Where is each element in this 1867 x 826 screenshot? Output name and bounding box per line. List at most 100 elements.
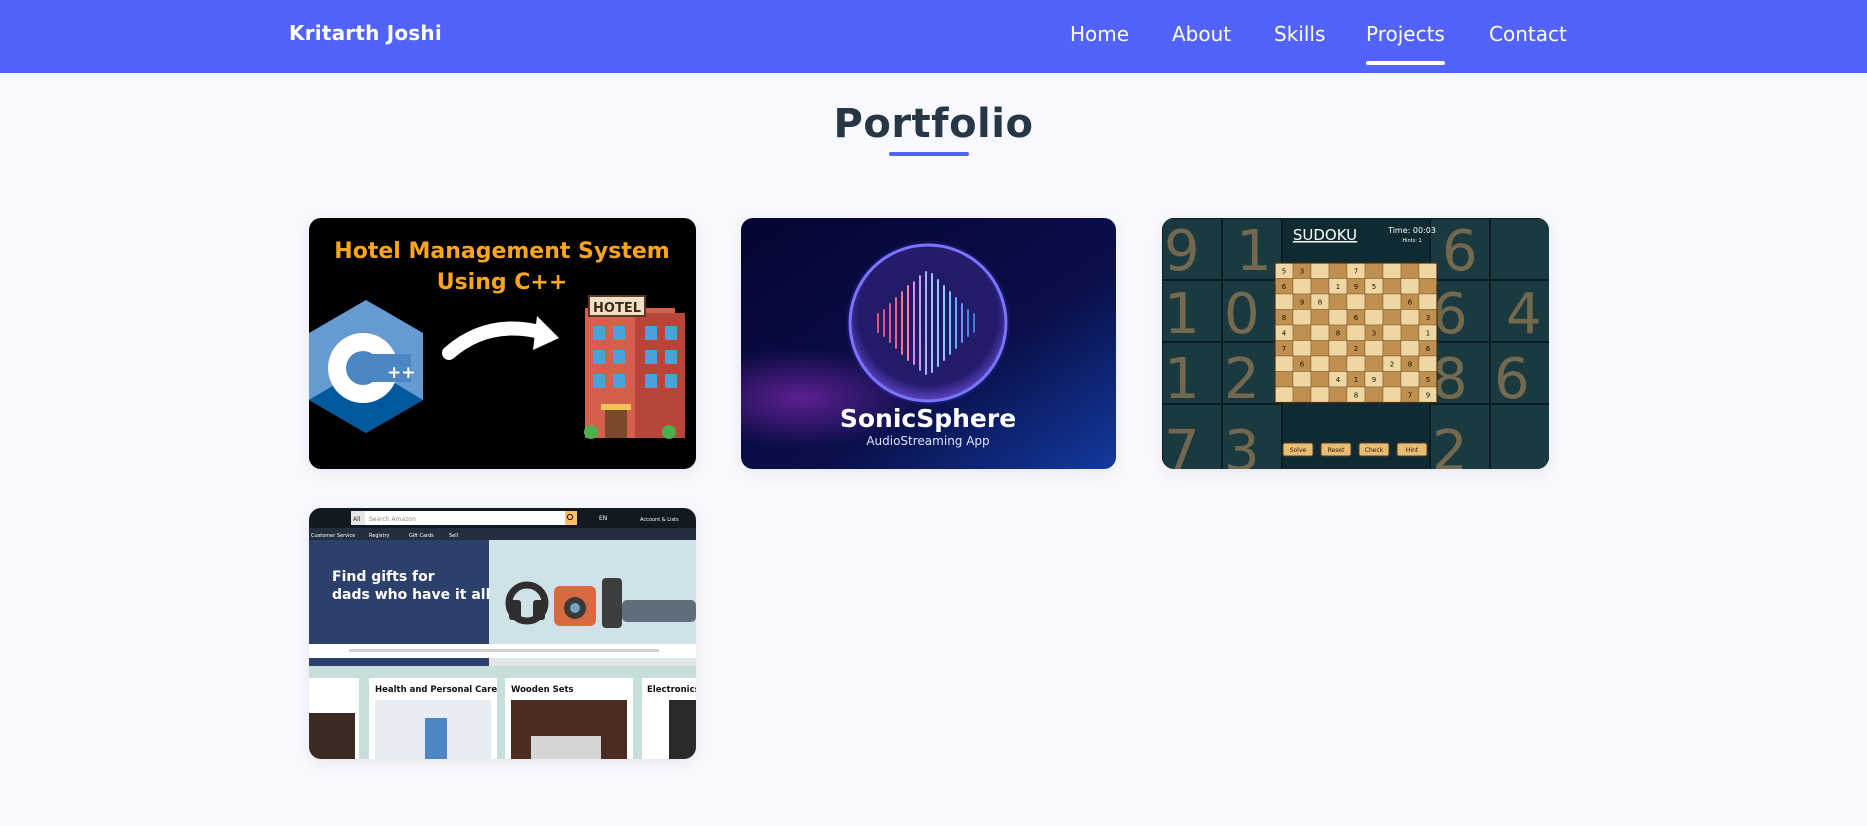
hotel-building-icon: HOTEL	[584, 295, 685, 439]
svg-text:9: 9	[1164, 219, 1200, 284]
sudoku-cell-value: 9	[1354, 283, 1358, 291]
sudoku-cell	[1310, 309, 1330, 326]
sudoku-cell	[1328, 309, 1348, 326]
sudoku-cell-value: 9	[1372, 376, 1376, 384]
sudoku-cell-value: 9	[1426, 391, 1430, 399]
sudoku-cell-value: 6	[1354, 314, 1359, 322]
sudoku-cell	[1400, 340, 1420, 357]
svg-text:Reset: Reset	[1328, 447, 1345, 454]
amazon-project-image: All Search Amazon EN Account & Lists Cus…	[309, 508, 696, 759]
sudoku-cell	[1346, 293, 1366, 310]
sudoku-cell-value: 2	[1390, 360, 1394, 368]
sudoku-cell	[1400, 324, 1420, 341]
svg-text:Registry: Registry	[369, 533, 390, 539]
sudoku-cell	[1418, 293, 1438, 310]
nav-projects[interactable]: Projects	[1366, 22, 1445, 65]
nav-links: Home About Skills Projects Contact	[0, 22, 1867, 65]
sudoku-cell	[1364, 340, 1384, 357]
sudoku-cell-value: 8	[1354, 391, 1358, 399]
sudoku-cell	[1364, 355, 1384, 372]
sudoku-cell-value: 6	[1426, 345, 1431, 353]
svg-text:Sell: Sell	[449, 533, 458, 539]
svg-text:Account & Lists: Account & Lists	[640, 517, 679, 523]
svg-text:Electronics: Electronics	[647, 685, 696, 695]
svg-text:HOTEL: HOTEL	[593, 301, 641, 316]
nav-skills[interactable]: Skills	[1274, 22, 1325, 46]
sudoku-cell	[1382, 340, 1402, 357]
sudoku-project-image: 916 1064 1286 732 SUDOKU Time: 00:03 Hin…	[1162, 218, 1549, 469]
svg-text:2: 2	[1432, 419, 1468, 469]
sudoku-cell	[1328, 355, 1348, 372]
project-card-amazon-clone[interactable]: All Search Amazon EN Account & Lists Cus…	[309, 508, 696, 759]
svg-text:Customer Service: Customer Service	[311, 533, 355, 539]
svg-text:4: 4	[1506, 282, 1542, 347]
svg-text:AudioStreaming App: AudioStreaming App	[866, 434, 989, 448]
sudoku-cell	[1292, 386, 1312, 403]
sudoku-cell	[1382, 293, 1402, 310]
sudoku-cell	[1382, 324, 1402, 341]
svg-text:6: 6	[1494, 347, 1530, 412]
sudoku-cell	[1274, 386, 1294, 403]
sudoku-cell	[1418, 355, 1438, 372]
sudoku-cell	[1310, 355, 1330, 372]
sudoku-cell	[1292, 324, 1312, 341]
svg-text:Find gifts for: Find gifts for	[332, 569, 435, 585]
sudoku-cell	[1292, 278, 1312, 295]
navbar: Kritarth Joshi Home About Skills Project…	[0, 0, 1867, 73]
svg-text:1: 1	[1164, 282, 1200, 347]
svg-text:Hint: Hint	[1406, 447, 1419, 454]
project-card-sonicsphere[interactable]: SonicSphere AudioStreaming App	[741, 218, 1116, 469]
hotel-project-image: Hotel Management System Using C++ ++ HOT…	[309, 218, 696, 469]
sudoku-cell-value: 5	[1426, 376, 1430, 384]
svg-text:0: 0	[1224, 282, 1260, 347]
sudoku-cell	[1310, 340, 1330, 357]
project-card-hotel-management[interactable]: Hotel Management System Using C++ ++ HOT…	[309, 218, 696, 469]
sudoku-cell	[1292, 309, 1312, 326]
sudoku-cell-value: 6	[1300, 360, 1305, 368]
sudoku-cell	[1364, 309, 1384, 326]
svg-text:Health and Personal Care: Health and Personal Care	[375, 685, 497, 695]
sudoku-cell	[1400, 262, 1420, 279]
sudoku-cell-value: 7	[1282, 345, 1286, 353]
sonicsphere-project-image: SonicSphere AudioStreaming App	[741, 218, 1116, 469]
sudoku-cell	[1364, 293, 1384, 310]
sudoku-cell	[1274, 293, 1294, 310]
sudoku-cell	[1400, 309, 1420, 326]
sudoku-cell-value: 5	[1282, 267, 1286, 275]
svg-text:2: 2	[1224, 347, 1260, 412]
svg-text:Search Amazon: Search Amazon	[369, 516, 416, 523]
sudoku-cell-value: 9	[1300, 298, 1304, 306]
sudoku-cell-value: 3	[1300, 267, 1304, 275]
sudoku-cell	[1382, 309, 1402, 326]
svg-text:SonicSphere: SonicSphere	[840, 404, 1016, 433]
svg-text:Hotel Management System: Hotel Management System	[334, 239, 669, 264]
sudoku-cell-value: 5	[1372, 283, 1376, 291]
svg-text:Time: 00:03: Time: 00:03	[1387, 226, 1436, 235]
sudoku-cell	[1400, 371, 1420, 388]
sudoku-cell	[1364, 386, 1384, 403]
sudoku-cell	[1382, 262, 1402, 279]
svg-text:Solve: Solve	[1290, 447, 1307, 454]
nav-contact[interactable]: Contact	[1489, 22, 1567, 46]
project-card-sudoku[interactable]: 916 1064 1286 732 SUDOKU Time: 00:03 Hin…	[1162, 218, 1549, 469]
sudoku-cell-value: 7	[1354, 267, 1358, 275]
sudoku-cell	[1328, 262, 1348, 279]
sudoku-cell-value: 2	[1354, 345, 1358, 353]
sudoku-cell	[1328, 340, 1348, 357]
sudoku-cell	[1364, 262, 1384, 279]
sudoku-cell	[1292, 340, 1312, 357]
nav-home[interactable]: Home	[1070, 22, 1129, 46]
svg-text:++: ++	[387, 363, 416, 383]
sudoku-cell-value: 3	[1426, 314, 1430, 322]
svg-text:All: All	[353, 516, 361, 523]
svg-text:7: 7	[1164, 419, 1200, 469]
sudoku-cell-value: 8	[1408, 360, 1412, 368]
sudoku-cell-value: 1	[1354, 376, 1358, 384]
sudoku-cell-value: 6	[1408, 298, 1413, 306]
nav-about[interactable]: About	[1172, 22, 1231, 46]
svg-text:EN: EN	[599, 515, 607, 522]
svg-text:1: 1	[1164, 347, 1200, 412]
sudoku-cell	[1292, 371, 1312, 388]
sudoku-cell	[1310, 386, 1330, 403]
sudoku-cell-value: 4	[1336, 376, 1341, 384]
